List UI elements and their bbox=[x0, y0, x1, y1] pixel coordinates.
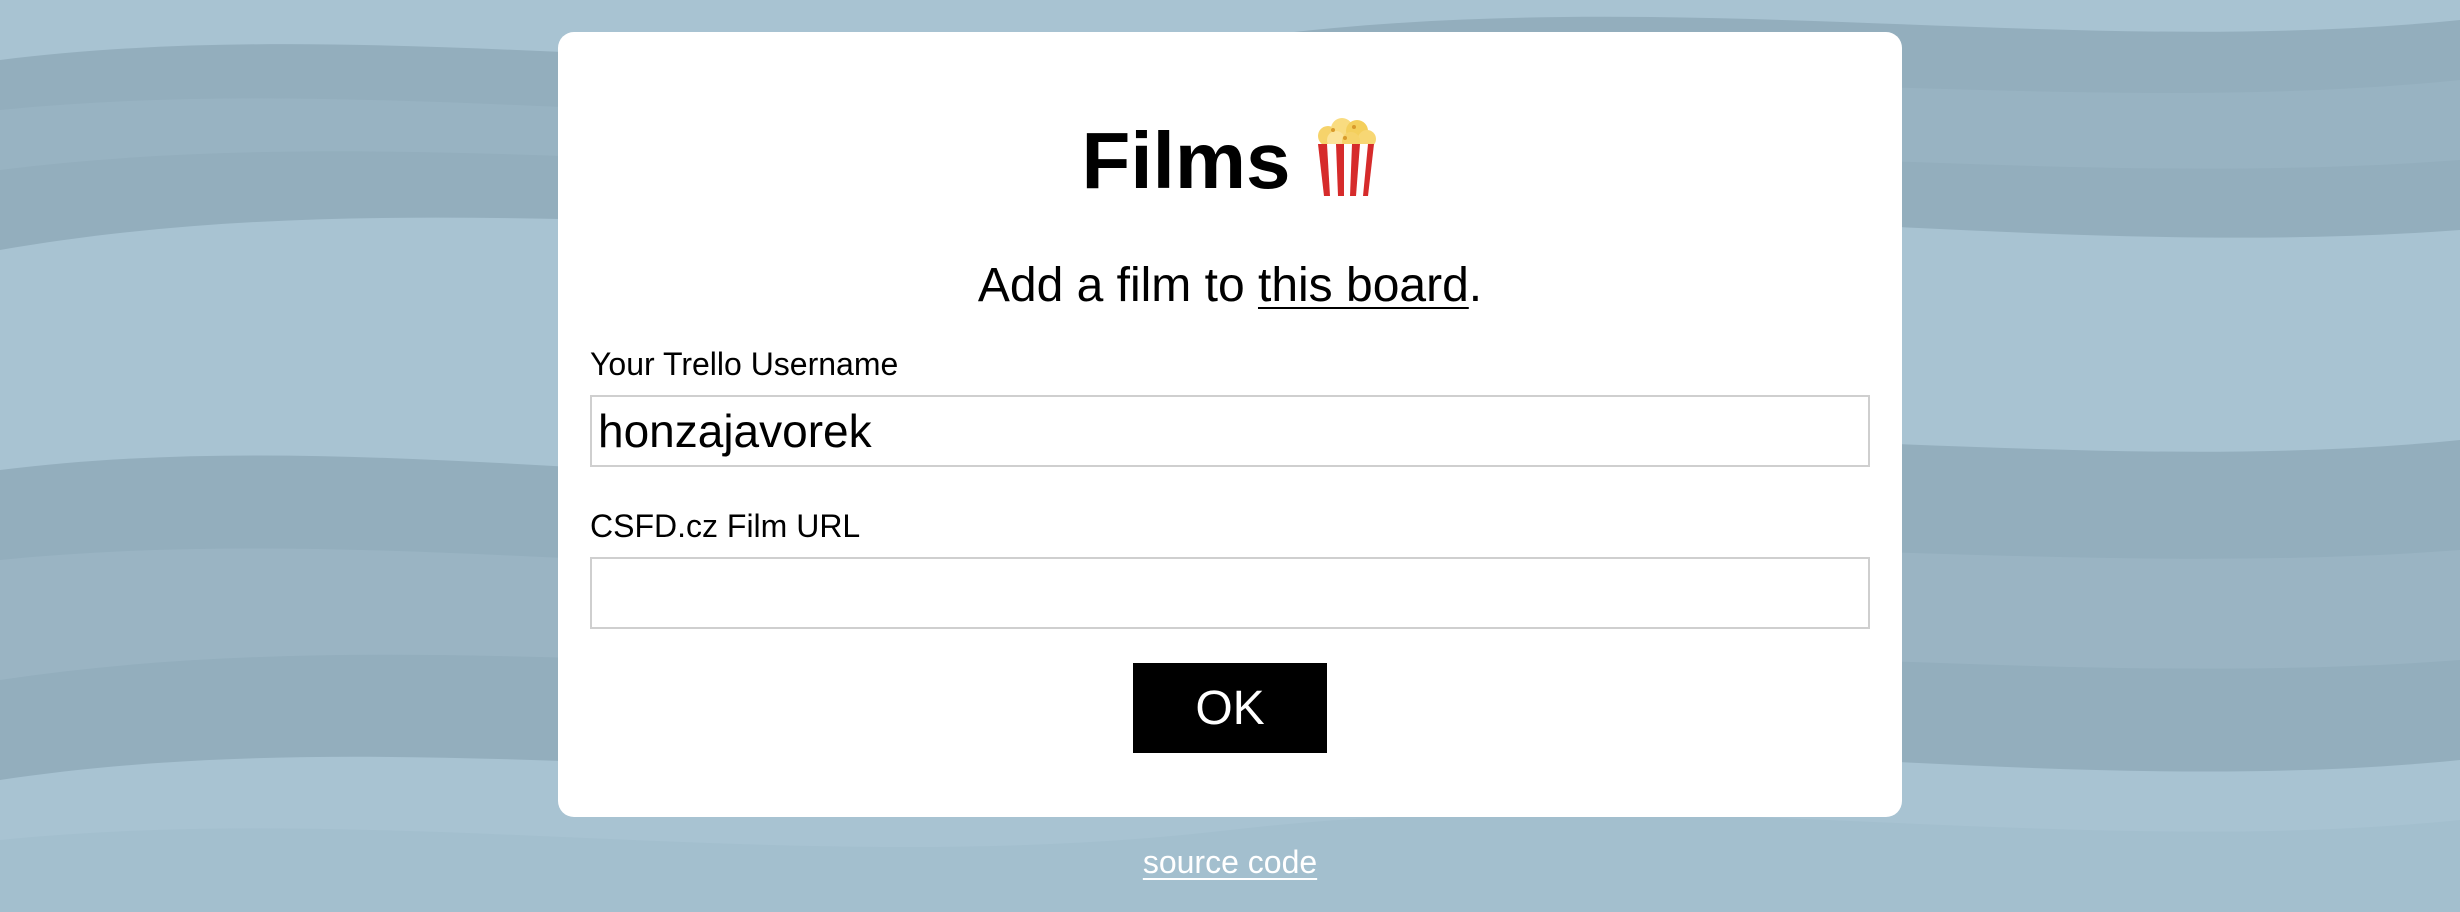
intro-text: Add a film to this board. bbox=[558, 259, 1902, 313]
film-url-input[interactable] bbox=[590, 557, 1870, 629]
ok-button[interactable]: OK bbox=[1133, 663, 1327, 753]
username-input[interactable] bbox=[590, 395, 1870, 467]
intro-text-after: . bbox=[1468, 259, 1483, 312]
popcorn-icon bbox=[1314, 118, 1378, 211]
intro-text-before: Add a film to bbox=[977, 259, 1258, 312]
page-title: Films bbox=[558, 118, 1902, 211]
film-url-label: CSFD.cz Film URL bbox=[590, 508, 861, 544]
add-film-card: Films Add a film to this board. Your Tre… bbox=[558, 32, 1902, 817]
title-text: Films bbox=[1081, 116, 1291, 205]
this-board-link[interactable]: this board bbox=[1258, 259, 1469, 312]
footer: source code bbox=[0, 846, 2460, 878]
username-label: Your Trello Username bbox=[590, 346, 899, 382]
source-code-link[interactable]: source code bbox=[1143, 844, 1317, 880]
